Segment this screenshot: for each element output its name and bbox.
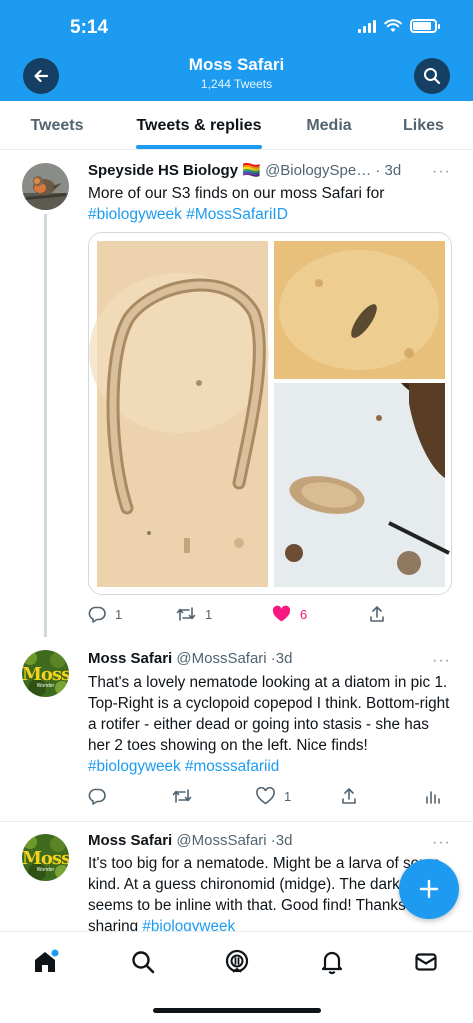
tweet-header: Moss Safari @MossSafari ·3d	[88, 832, 293, 849]
tweet-header: Speyside HS Biology 🏳️‍🌈 @BiologySpe… · …	[88, 162, 402, 179]
nav-notifications[interactable]	[318, 948, 346, 976]
tab-media[interactable]: Media	[284, 101, 374, 149]
like-button[interactable]: 6	[272, 605, 307, 623]
heart-icon	[256, 787, 275, 805]
home-indicator	[153, 1008, 321, 1013]
reply-button[interactable]	[88, 787, 115, 805]
status-icons	[358, 19, 440, 33]
search-icon	[132, 951, 155, 974]
display-name[interactable]: Moss Safari	[88, 650, 172, 667]
tweet-actions: 1	[88, 787, 444, 807]
compose-tweet-button[interactable]	[399, 859, 459, 919]
profile-header: 5:14 Moss Safari 1,244 Tweets	[0, 0, 473, 101]
profile-tabs: Tweets Tweets & replies Media Likes	[0, 101, 473, 150]
handle: @MossSafari	[176, 832, 267, 849]
hashtag-link[interactable]: #biologyweek	[142, 918, 235, 931]
search-icon	[424, 68, 441, 85]
compose-plus-icon	[419, 879, 439, 899]
hashtag-link[interactable]: #biologyweek	[88, 206, 182, 223]
retweet-button[interactable]: 1	[176, 605, 212, 623]
messages-envelope-icon	[415, 953, 437, 971]
share-button[interactable]	[340, 787, 358, 805]
analytics-bars-icon	[426, 791, 440, 804]
search-button[interactable]	[414, 58, 450, 94]
more-options-icon[interactable]: ···	[432, 834, 451, 852]
share-icon	[342, 788, 356, 804]
avatar-logo-subtext: Wonder	[36, 867, 55, 873]
tweet-text-content: That's a lovely nematode looking at a di…	[88, 674, 450, 754]
tab-tweets[interactable]: Tweets	[0, 101, 114, 149]
heart-filled-icon	[272, 605, 291, 622]
tab-label: Likes	[403, 117, 444, 134]
retweet-count: 1	[205, 606, 213, 622]
reply-icon	[88, 788, 106, 805]
retweet-icon	[176, 607, 196, 621]
status-time: 5:14	[70, 17, 109, 38]
nav-search[interactable]	[129, 948, 157, 976]
timestamp: 3d	[275, 832, 293, 849]
handle: @MossSafari	[176, 650, 267, 667]
photo-nematode[interactable]	[89, 241, 269, 587]
cellular-signal-icon	[358, 19, 376, 33]
avatar[interactable]: Moss Wonder	[22, 834, 69, 881]
photo-copepod[interactable]	[274, 241, 445, 379]
handle: @BiologySpe…	[265, 162, 372, 179]
more-options-icon[interactable]: ···	[432, 163, 451, 181]
avatar[interactable]: Moss Wonder	[22, 650, 69, 697]
like-count: 1	[284, 788, 292, 804]
tab-likes[interactable]: Likes	[374, 101, 473, 149]
tweet-text: More of our S3 finds on our moss Safari …	[88, 183, 453, 225]
rainbow-flag-emoji: 🏳️‍🌈	[242, 162, 261, 179]
reply-count: 1	[115, 606, 123, 622]
home-icon	[35, 949, 59, 972]
timestamp: 3d	[275, 650, 293, 667]
tweet-text: That's a lovely nematode looking at a di…	[88, 672, 453, 777]
tweet-count: 1,244 Tweets	[200, 77, 273, 91]
spaces-icon	[225, 949, 249, 973]
like-button[interactable]: 1	[256, 787, 291, 805]
share-icon	[370, 606, 384, 622]
more-options-icon[interactable]: ···	[432, 652, 451, 670]
tweet[interactable]: Speyside HS Biology 🏳️‍🌈 @BiologySpe… · …	[0, 150, 473, 637]
tweet-actions: 1 1 6	[88, 605, 444, 625]
tweet[interactable]: Moss Wonder Moss Safari @MossSafari ·3d …	[0, 637, 473, 821]
tab-label: Tweets & replies	[136, 117, 262, 134]
hashtag-link[interactable]: #MossSafariID	[186, 206, 288, 223]
notifications-bell-icon	[321, 951, 343, 975]
active-tab-indicator	[136, 145, 262, 149]
tab-label: Tweets	[30, 117, 84, 134]
hashtag-link[interactable]: #mosssafariid	[185, 758, 279, 775]
hashtag-link[interactable]: #biologyweek	[88, 758, 181, 775]
avatar[interactable]	[22, 163, 69, 210]
retweet-button[interactable]	[172, 787, 201, 805]
like-count: 6	[300, 606, 308, 622]
battery-icon	[410, 19, 440, 33]
timestamp: 3d	[384, 162, 402, 179]
analytics-button[interactable]	[424, 787, 442, 805]
reply-icon	[88, 606, 106, 623]
wifi-icon	[384, 19, 402, 32]
nav-messages[interactable]	[412, 948, 440, 976]
nav-home[interactable]	[31, 948, 59, 976]
photo-rotifer[interactable]	[274, 383, 450, 587]
avatar-logo-text: Moss	[22, 664, 69, 685]
display-name[interactable]: Moss Safari	[88, 832, 172, 849]
tweet-media-grid	[88, 232, 452, 595]
tab-tweets-and-replies[interactable]: Tweets & replies	[114, 101, 284, 149]
tab-label: Media	[306, 117, 352, 134]
display-name[interactable]: Speyside HS Biology	[88, 162, 238, 179]
tweet-text-content: It's too big for a nematode. Might be a …	[88, 855, 441, 931]
tweet-header: Moss Safari @MossSafari ·3d	[88, 650, 293, 667]
avatar-logo-text: Moss	[22, 848, 69, 869]
thread-connector	[44, 214, 47, 637]
retweet-icon	[172, 789, 192, 803]
share-button[interactable]	[368, 605, 386, 623]
nav-spaces[interactable]	[223, 948, 251, 976]
tweet-text-content: More of our S3 finds on our moss Safari …	[88, 185, 385, 202]
reply-button[interactable]: 1	[88, 605, 122, 623]
avatar-logo-subtext: Wonder	[36, 683, 55, 689]
profile-name: Moss Safari	[188, 55, 285, 74]
